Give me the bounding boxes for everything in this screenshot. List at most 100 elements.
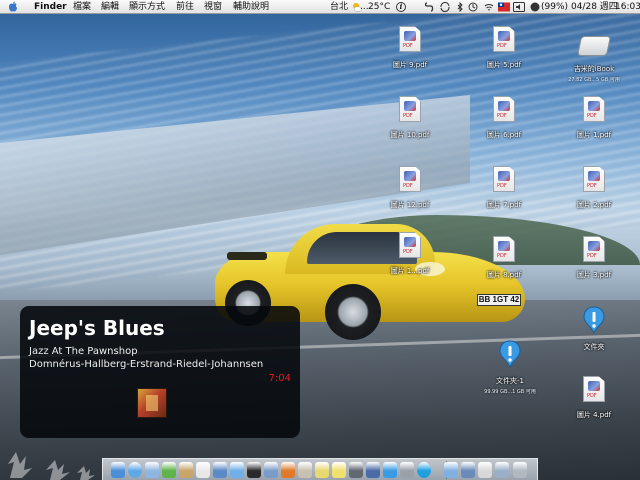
- pdf-file-icon: [583, 236, 605, 262]
- pdf-file-icon: [583, 166, 605, 192]
- time-machine-icon[interactable]: [468, 2, 478, 12]
- desktop-icon-label: 圖片 9.pdf: [392, 61, 428, 69]
- desktop-icon-label: 吉米的iBook: [573, 65, 615, 73]
- pdf-file-icon: [583, 96, 605, 122]
- desktop-icon-label: 文件夾: [583, 343, 605, 351]
- menubar-time[interactable]: 16:03: [615, 1, 640, 13]
- dock-safari-icon[interactable]: [128, 462, 142, 478]
- dock-terminal-icon[interactable]: [247, 462, 261, 478]
- desktop-icon-dropbox[interactable]: 文件夾: [564, 306, 624, 353]
- dock-iphoto-icon[interactable]: [213, 462, 227, 478]
- dock-finder-icon[interactable]: [111, 462, 125, 478]
- dropbox-folder-icon: [583, 306, 605, 334]
- menu-bar: Finder 檔案 編輯 顯示方式 前往 視窗 輔助說明 台北 ... 25°C…: [0, 0, 640, 14]
- desktop-icon-pdf[interactable]: 圖片 5.pdf: [474, 26, 534, 71]
- desktop-icon-label: 圖片 12.pdf: [390, 201, 430, 209]
- menu-finder[interactable]: Finder: [34, 1, 67, 13]
- desktop-icon-pdf[interactable]: 圖片 3.pdf: [564, 236, 624, 281]
- desktop-icon-pdf[interactable]: 圖片 9.pdf: [380, 26, 440, 71]
- desktop-icon-label: 圖片 5.pdf: [486, 61, 522, 69]
- dock-folder-icon[interactable]: [443, 462, 458, 478]
- dock-contact-icon[interactable]: [298, 462, 312, 478]
- desktop-icon-label: 圖片 3.pdf: [576, 271, 612, 279]
- menu-window[interactable]: 視窗: [204, 1, 222, 13]
- desktop-icon-label: 圖片 2.pdf: [576, 201, 612, 209]
- album-cover-art[interactable]: [137, 388, 167, 418]
- dock-system-prefs-icon[interactable]: [400, 462, 414, 478]
- sync-icon[interactable]: [440, 2, 450, 12]
- desktop-icon-label: 文件夾-1: [496, 377, 524, 385]
- desktop-icon-pdf[interactable]: 圖片 1.pdf: [564, 96, 624, 141]
- desktop-icon-label: 圖片 1.pdf: [576, 131, 612, 139]
- desktop-icon-label: 圖片 6.pdf: [486, 131, 522, 139]
- pdf-file-icon: [399, 232, 421, 258]
- desktop-icon-label: 圖片 1...pdf: [390, 267, 430, 275]
- script-icon[interactable]: [424, 2, 434, 12]
- menu-edit[interactable]: 編輯: [101, 1, 119, 13]
- desktop-icon-label: 圖片 7.pdf: [486, 201, 522, 209]
- menu-view[interactable]: 顯示方式: [129, 1, 165, 13]
- dock-calendar-icon[interactable]: [196, 462, 210, 478]
- battery-icon[interactable]: [530, 2, 540, 12]
- desktop-icon-dropbox[interactable]: 文件夾-1 99.99 GB...1 GB 可用: [478, 340, 542, 395]
- volume-icon[interactable]: [513, 2, 525, 12]
- desktop-icon-pdf[interactable]: 圖片 7.pdf: [474, 166, 534, 211]
- pdf-file-icon: [493, 26, 515, 52]
- apple-menu-icon[interactable]: [8, 1, 18, 12]
- desktop-icon-pdf[interactable]: 圖片 2.pdf: [564, 166, 624, 211]
- disk-capacity-label: 27.82 GB...5 GB 可用: [568, 77, 620, 83]
- dock-monitor-icon[interactable]: [495, 462, 510, 478]
- wifi-icon[interactable]: [484, 2, 494, 12]
- artist-name: Domnérus-Hallberg-Erstrand-Riedel-Johann…: [29, 359, 264, 370]
- pdf-file-icon: [399, 26, 421, 52]
- menu-file[interactable]: 檔案: [73, 1, 91, 13]
- pdf-file-icon: [493, 236, 515, 262]
- weather-temperature[interactable]: 25°C: [368, 1, 390, 13]
- dock-stickies-icon[interactable]: [332, 462, 346, 478]
- dock-sync-icon[interactable]: [366, 462, 380, 478]
- desktop-icon-pdf[interactable]: 圖片 10.pdf: [380, 96, 440, 141]
- pdf-file-icon: [399, 166, 421, 192]
- dock-chat-icon[interactable]: [383, 462, 397, 478]
- hard-disk-icon: [576, 36, 612, 56]
- car-front-wheel: [325, 284, 381, 340]
- desktop-icon-pdf[interactable]: 圖片 1...pdf: [380, 232, 440, 277]
- dock-mail-icon[interactable]: [145, 462, 159, 478]
- car-spoiler: [227, 252, 267, 260]
- info-icon[interactable]: i: [396, 2, 406, 12]
- desktop-icon-pdf[interactable]: 圖片 4.pdf: [564, 376, 624, 421]
- dock-itunes-icon[interactable]: [230, 462, 244, 478]
- dock-address-book-icon[interactable]: [179, 462, 193, 478]
- dock-preview-icon[interactable]: [264, 462, 278, 478]
- dropbox-folder-icon: [499, 340, 521, 368]
- taiwan-flag-icon[interactable]: [498, 2, 510, 12]
- dock-notes-icon[interactable]: [315, 462, 329, 478]
- menu-help[interactable]: 輔助說明: [233, 1, 269, 13]
- desktop-icon-label: 圖片 4.pdf: [576, 411, 612, 419]
- now-playing-widget[interactable]: Jeep's Blues Jazz At The Pawnshop Domnér…: [20, 306, 300, 438]
- desktop-icon-pdf[interactable]: 圖片 12.pdf: [380, 166, 440, 211]
- dock-camera-icon[interactable]: [349, 462, 363, 478]
- dock-ichat-icon[interactable]: [162, 462, 176, 478]
- dock-trash-icon[interactable]: [512, 462, 527, 478]
- track-time: 7:04: [268, 373, 291, 384]
- desktop-icon-pdf[interactable]: 圖片 6.pdf: [474, 96, 534, 141]
- dock-firefox-icon[interactable]: [281, 462, 295, 478]
- track-title: Jeep's Blues: [29, 316, 165, 340]
- menubar-date[interactable]: 04/28 週四: [571, 1, 618, 13]
- battery-percentage[interactable]: (99%): [541, 1, 568, 13]
- dock-skype-icon[interactable]: [417, 462, 431, 478]
- dock: [102, 458, 538, 480]
- volume-capacity-label: 99.99 GB...1 GB 可用: [484, 389, 536, 395]
- menu-go[interactable]: 前往: [176, 1, 194, 13]
- bluetooth-icon[interactable]: [455, 2, 465, 12]
- weather-city[interactable]: 台北: [330, 1, 348, 13]
- pdf-file-icon: [399, 96, 421, 122]
- dock-app-icon[interactable]: [478, 462, 493, 478]
- desktop-icon-label: 圖片 8.pdf: [486, 271, 522, 279]
- pdf-file-icon: [583, 376, 605, 402]
- dock-download-icon[interactable]: [461, 462, 475, 478]
- car-license-plate: BB 1GT 42: [477, 294, 521, 306]
- desktop-icon-pdf[interactable]: 圖片 8.pdf: [474, 236, 534, 281]
- desktop-icon-disk[interactable]: 吉米的iBook 27.82 GB...5 GB 可用: [564, 30, 624, 83]
